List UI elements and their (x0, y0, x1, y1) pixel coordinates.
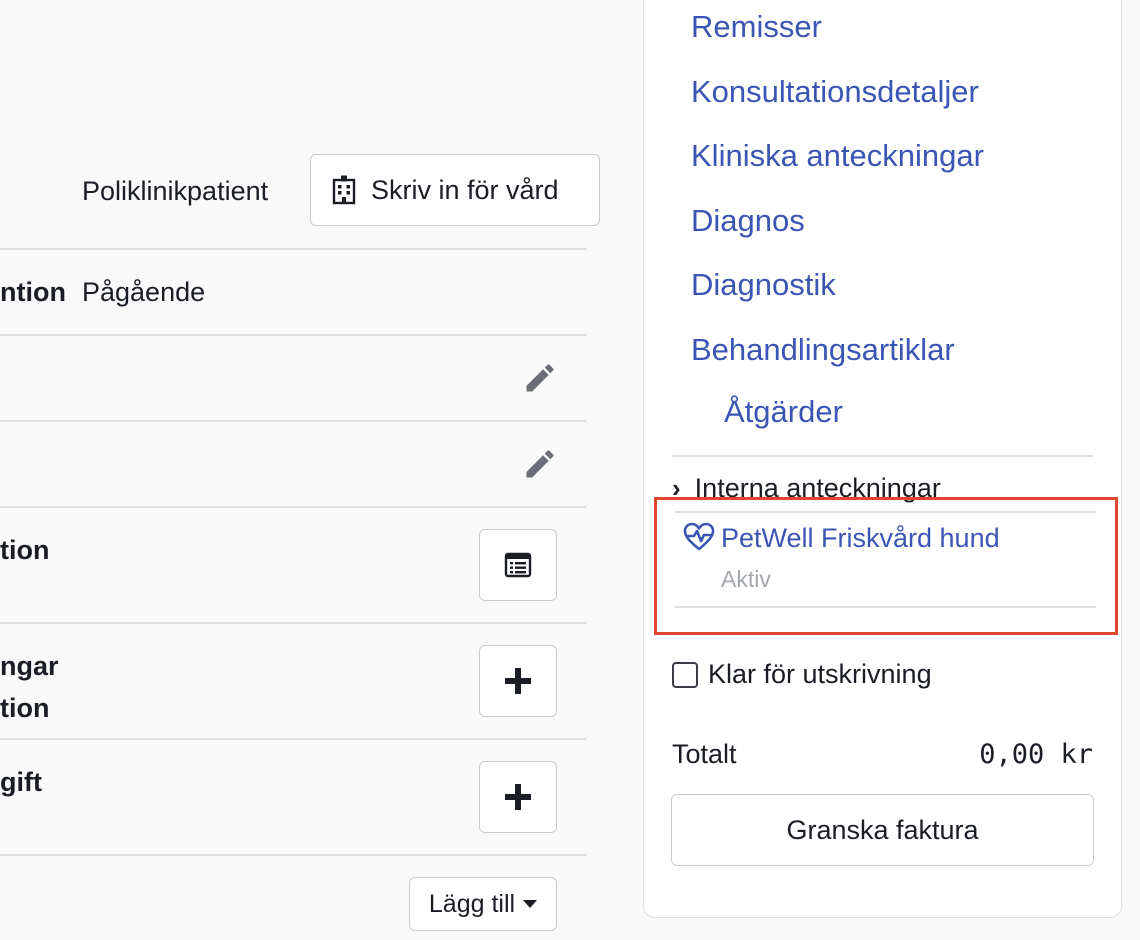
section-label: ngar (0, 651, 59, 681)
caret-down-icon (523, 900, 538, 908)
divider (0, 622, 586, 624)
status-value: Pågående (82, 277, 206, 307)
list-icon (504, 552, 532, 578)
consultation-status-row: ntion Pågående (0, 266, 600, 316)
review-invoice-button[interactable]: Granska faktura (671, 794, 1094, 866)
section-label: tion (0, 693, 50, 723)
nav-link-clinical-notes[interactable]: Kliniska anteckningar (691, 138, 984, 174)
nav-link-diagnosis[interactable]: Diagnos (691, 203, 805, 239)
review-invoice-label: Granska faktura (786, 814, 979, 845)
nav-link-procedures[interactable]: Åtgärder (724, 394, 843, 430)
hospital-icon (332, 175, 356, 205)
consultation-panel: Poliklinikpatient Skriv in för vård ntio… (0, 0, 600, 940)
pencil-icon[interactable] (522, 446, 558, 482)
divider (675, 606, 1096, 608)
admit-button[interactable]: Skriv in för vård (310, 154, 600, 226)
wellness-plan-highlight: PetWell Friskvård hund Aktiv (654, 497, 1118, 635)
section-label: gift (0, 767, 42, 797)
patient-type-label: Poliklinikpatient (82, 176, 269, 206)
divider (0, 420, 586, 422)
ready-for-discharge-row: Klar för utskrivning (672, 659, 932, 690)
add-dropdown-button[interactable]: Lägg till (409, 877, 557, 931)
ready-for-discharge-label[interactable]: Klar för utskrivning (708, 659, 932, 690)
status-label: ntion (0, 277, 66, 307)
add-button[interactable] (479, 645, 557, 717)
ready-for-discharge-checkbox[interactable] (672, 661, 698, 688)
nav-link-consultation-details[interactable]: Konsultationsdetaljer (691, 74, 979, 110)
admission-row: Poliklinikpatient Skriv in för vård (0, 154, 600, 226)
divider (675, 511, 1096, 513)
admit-button-label: Skriv in för vård (371, 174, 559, 205)
plus-icon (505, 668, 531, 694)
pencil-icon[interactable] (522, 360, 558, 396)
divider (0, 248, 586, 250)
divider (0, 738, 586, 740)
heart-pulse-icon (683, 522, 715, 551)
nav-link-referrals[interactable]: Remisser (691, 9, 822, 45)
list-view-button[interactable] (479, 529, 557, 601)
add-dropdown-label: Lägg till (428, 889, 516, 918)
section-label: tion (0, 535, 50, 565)
total-label: Totalt (672, 739, 737, 769)
divider (0, 334, 586, 336)
plus-icon (505, 784, 531, 810)
nav-link-diagnostics[interactable]: Diagnostik (691, 267, 836, 303)
add-button[interactable] (479, 761, 557, 833)
consultation-sidebar: Remisser Konsultationsdetaljer Kliniska … (643, 0, 1122, 918)
divider (672, 455, 1093, 457)
wellness-plan-status: Aktiv (721, 566, 771, 592)
wellness-plan-link[interactable]: PetWell Friskvård hund (721, 523, 1000, 554)
total-value: 0,00 kr (979, 739, 1093, 770)
divider (0, 854, 586, 856)
nav-link-treatment-items[interactable]: Behandlingsartiklar (691, 332, 955, 368)
divider (0, 506, 586, 508)
